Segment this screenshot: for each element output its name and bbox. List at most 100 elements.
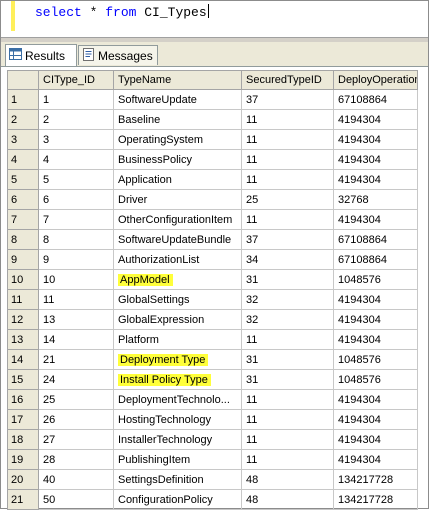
table-row[interactable]: 3 3 OperatingSystem 11 4194304 bbox=[7, 129, 418, 150]
citype-id-cell[interactable]: 28 bbox=[38, 449, 114, 470]
table-row[interactable]: 14 21 Deployment Type 31 1048576 bbox=[7, 349, 418, 370]
table-row[interactable]: 4 4 BusinessPolicy 11 4194304 bbox=[7, 149, 418, 170]
table-row[interactable]: 7 7 OtherConfigurationItem 11 4194304 bbox=[7, 209, 418, 230]
tab-messages[interactable]: Messages bbox=[78, 45, 158, 65]
row-number-cell[interactable]: 7 bbox=[7, 209, 39, 230]
securedtypeid-cell[interactable]: 11 bbox=[241, 169, 334, 190]
row-number-cell[interactable]: 12 bbox=[7, 309, 39, 330]
typename-cell[interactable]: Deployment Type bbox=[113, 349, 242, 370]
typename-cell[interactable]: AppModel bbox=[113, 269, 242, 290]
typename-cell[interactable]: GlobalExpression bbox=[113, 309, 242, 330]
typename-cell[interactable]: HostingTechnology bbox=[113, 409, 242, 430]
typename-cell[interactable]: Application bbox=[113, 169, 242, 190]
citype-id-cell[interactable]: 26 bbox=[38, 409, 114, 430]
deployoperation-cell[interactable]: 4194304 bbox=[333, 169, 418, 190]
typename-cell[interactable]: SettingsDefinition bbox=[113, 469, 242, 490]
deployoperation-cell[interactable]: 67108864 bbox=[333, 229, 418, 250]
securedtypeid-cell[interactable]: 25 bbox=[241, 189, 334, 210]
table-row[interactable]: 2 2 Baseline 11 4194304 bbox=[7, 109, 418, 130]
citype-id-cell[interactable]: 25 bbox=[38, 389, 114, 410]
table-row[interactable]: 5 5 Application 11 4194304 bbox=[7, 169, 418, 190]
row-number-cell[interactable]: 16 bbox=[7, 389, 39, 410]
table-row[interactable]: 9 9 AuthorizationList 34 67108864 bbox=[7, 249, 418, 270]
deployoperation-cell[interactable]: 4194304 bbox=[333, 109, 418, 130]
securedtypeid-cell[interactable]: 11 bbox=[241, 389, 334, 410]
securedtypeid-cell[interactable]: 32 bbox=[241, 289, 334, 310]
table-row[interactable]: 1 1 SoftwareUpdate 37 67108864 bbox=[7, 89, 418, 110]
typename-cell[interactable]: PublishingItem bbox=[113, 449, 242, 470]
deployoperation-cell[interactable]: 4194304 bbox=[333, 129, 418, 150]
citype-id-cell[interactable]: 13 bbox=[38, 309, 114, 330]
query-editor[interactable]: select * from CI_Types bbox=[1, 1, 428, 37]
typename-cell[interactable]: Baseline bbox=[113, 109, 242, 130]
securedtypeid-cell[interactable]: 11 bbox=[241, 209, 334, 230]
citype-id-cell[interactable]: 7 bbox=[38, 209, 114, 230]
deployoperation-cell[interactable]: 4194304 bbox=[333, 429, 418, 450]
deployoperation-cell[interactable]: 1048576 bbox=[333, 369, 418, 390]
citype-id-cell[interactable]: 3 bbox=[38, 129, 114, 150]
securedtypeid-cell[interactable]: 34 bbox=[241, 249, 334, 270]
citype-id-cell[interactable]: 50 bbox=[38, 489, 114, 510]
typename-cell[interactable]: GlobalSettings bbox=[113, 289, 242, 310]
table-row[interactable]: 17 26 HostingTechnology 11 4194304 bbox=[7, 409, 418, 430]
table-row[interactable]: 8 8 SoftwareUpdateBundle 37 67108864 bbox=[7, 229, 418, 250]
citype-id-cell[interactable]: 1 bbox=[38, 89, 114, 110]
typename-cell[interactable]: DeploymentTechnolo... bbox=[113, 389, 242, 410]
citype-id-cell[interactable]: 14 bbox=[38, 329, 114, 350]
citype-id-cell[interactable]: 40 bbox=[38, 469, 114, 490]
deployoperation-cell[interactable]: 4194304 bbox=[333, 389, 418, 410]
row-number-cell[interactable]: 21 bbox=[7, 489, 39, 510]
row-number-cell[interactable]: 4 bbox=[7, 149, 39, 170]
citype-id-cell[interactable]: 10 bbox=[38, 269, 114, 290]
deployoperation-cell[interactable]: 67108864 bbox=[333, 249, 418, 270]
citype-id-cell[interactable]: 27 bbox=[38, 429, 114, 450]
typename-cell[interactable]: AuthorizationList bbox=[113, 249, 242, 270]
citype-id-cell[interactable]: 6 bbox=[38, 189, 114, 210]
securedtypeid-cell[interactable]: 11 bbox=[241, 409, 334, 430]
deployoperation-cell[interactable]: 4194304 bbox=[333, 449, 418, 470]
tab-results[interactable]: Results bbox=[5, 44, 77, 66]
citype-id-cell[interactable]: 4 bbox=[38, 149, 114, 170]
securedtypeid-cell[interactable]: 11 bbox=[241, 149, 334, 170]
deployoperation-cell[interactable]: 67108864 bbox=[333, 89, 418, 110]
row-number-cell[interactable]: 5 bbox=[7, 169, 39, 190]
deployoperation-cell[interactable]: 1048576 bbox=[333, 269, 418, 290]
citype-id-cell[interactable]: 21 bbox=[38, 349, 114, 370]
typename-cell[interactable]: SoftwareUpdateBundle bbox=[113, 229, 242, 250]
column-header-citype-id[interactable]: CIType_ID bbox=[38, 70, 114, 90]
row-number-cell[interactable]: 19 bbox=[7, 449, 39, 470]
table-row[interactable]: 12 13 GlobalExpression 32 4194304 bbox=[7, 309, 418, 330]
deployoperation-cell[interactable]: 4194304 bbox=[333, 149, 418, 170]
row-number-cell[interactable]: 10 bbox=[7, 269, 39, 290]
column-header-deployoperation[interactable]: DeployOperation bbox=[333, 70, 418, 90]
row-number-cell[interactable]: 17 bbox=[7, 409, 39, 430]
securedtypeid-cell[interactable]: 31 bbox=[241, 369, 334, 390]
row-number-cell[interactable]: 15 bbox=[7, 369, 39, 390]
table-row[interactable]: 6 6 Driver 25 32768 bbox=[7, 189, 418, 210]
typename-cell[interactable]: BusinessPolicy bbox=[113, 149, 242, 170]
deployoperation-cell[interactable]: 134217728 bbox=[333, 469, 418, 490]
row-number-cell[interactable]: 8 bbox=[7, 229, 39, 250]
table-row[interactable]: 10 10 AppModel 31 1048576 bbox=[7, 269, 418, 290]
securedtypeid-cell[interactable]: 11 bbox=[241, 109, 334, 130]
typename-cell[interactable]: InstallerTechnology bbox=[113, 429, 242, 450]
typename-cell[interactable]: Platform bbox=[113, 329, 242, 350]
securedtypeid-cell[interactable]: 11 bbox=[241, 129, 334, 150]
table-row[interactable]: 19 28 PublishingItem 11 4194304 bbox=[7, 449, 418, 470]
row-number-cell[interactable]: 2 bbox=[7, 109, 39, 130]
deployoperation-cell[interactable]: 4194304 bbox=[333, 289, 418, 310]
row-number-cell[interactable]: 14 bbox=[7, 349, 39, 370]
column-header-securedtypeid[interactable]: SecuredTypeID bbox=[241, 70, 334, 90]
securedtypeid-cell[interactable]: 31 bbox=[241, 349, 334, 370]
typename-cell[interactable]: OtherConfigurationItem bbox=[113, 209, 242, 230]
securedtypeid-cell[interactable]: 11 bbox=[241, 429, 334, 450]
typename-cell[interactable]: OperatingSystem bbox=[113, 129, 242, 150]
table-row[interactable]: 15 24 Install Policy Type 31 1048576 bbox=[7, 369, 418, 390]
securedtypeid-cell[interactable]: 37 bbox=[241, 229, 334, 250]
table-row[interactable]: 16 25 DeploymentTechnolo... 11 4194304 bbox=[7, 389, 418, 410]
table-row[interactable]: 21 50 ConfigurationPolicy 48 134217728 bbox=[7, 489, 418, 510]
deployoperation-cell[interactable]: 4194304 bbox=[333, 409, 418, 430]
deployoperation-cell[interactable]: 4194304 bbox=[333, 309, 418, 330]
deployoperation-cell[interactable]: 32768 bbox=[333, 189, 418, 210]
row-number-cell[interactable]: 11 bbox=[7, 289, 39, 310]
